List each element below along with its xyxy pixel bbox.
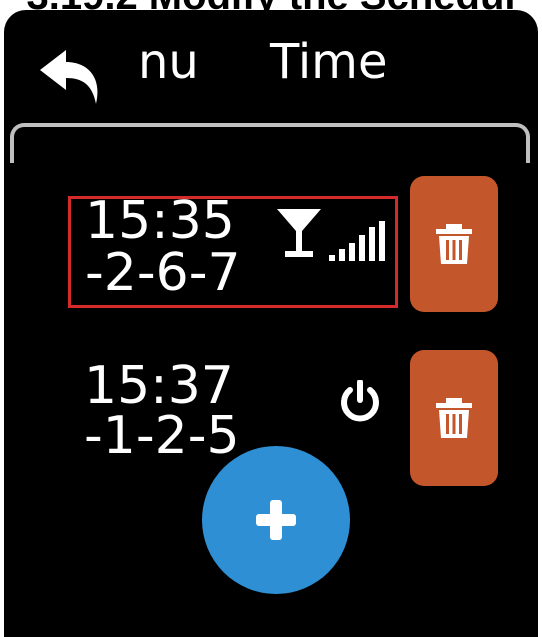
back-arrow-icon	[40, 50, 98, 104]
plus-icon	[256, 500, 296, 540]
delete-button-2[interactable]	[410, 350, 498, 486]
schedule-days: -1-2-5	[84, 406, 240, 466]
add-schedule-button[interactable]	[202, 446, 350, 594]
power-icon	[341, 380, 379, 422]
list-divider	[10, 123, 530, 163]
schedule-time: 15:37	[84, 356, 234, 416]
trash-icon	[436, 398, 472, 438]
back-button[interactable]	[40, 50, 104, 104]
delete-button-1[interactable]	[410, 176, 498, 312]
watch-screen: nu Time 15:35 -2-6-7 15:37 -1-2-5	[4, 10, 538, 637]
signal-bars-icon	[329, 221, 385, 261]
schedule-item-1[interactable]: 15:35 -2-6-7	[68, 191, 398, 308]
trash-icon	[436, 224, 472, 264]
menu-label-partial: nu	[138, 34, 199, 90]
page-title: Time	[270, 34, 388, 90]
schedule-days: -2-6-7	[85, 243, 241, 303]
cocktail-glass-icon	[277, 209, 321, 257]
schedule-time: 15:35	[85, 191, 235, 251]
